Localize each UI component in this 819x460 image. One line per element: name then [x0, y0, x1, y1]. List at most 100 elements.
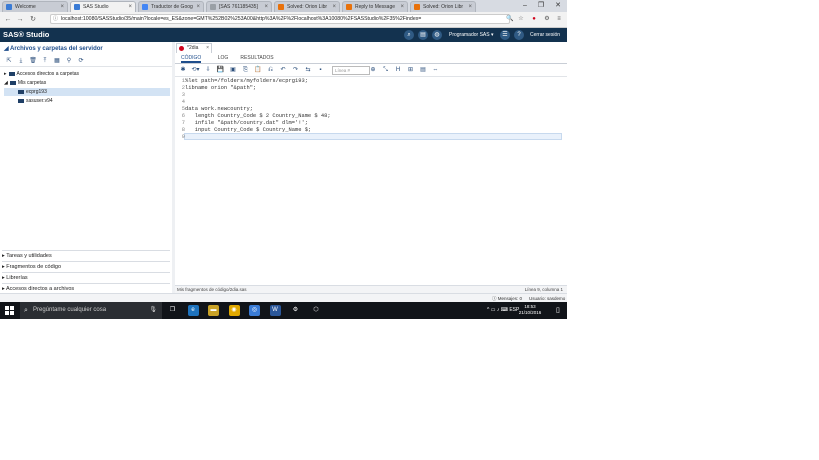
open-icon[interactable]: ⇩ [204, 66, 212, 74]
code-line[interactable]: length Country_Code $ 2 Country_Name $ 4… [185, 113, 331, 120]
line-number: 6 [181, 113, 185, 119]
tab-results[interactable]: RESULTADOS [240, 54, 274, 63]
menu-icon[interactable]: ≡ [555, 15, 563, 23]
maximize-icon[interactable]: ⇔ [432, 66, 440, 74]
code-editor[interactable]: 1 %let path=/folders/myfolders/ecprg193; 2… [175, 77, 567, 285]
browser-tab-label: Welcome [15, 4, 36, 10]
close-tab-icon[interactable]: × [264, 2, 268, 12]
tree-item[interactable]: ecprg193 [4, 88, 170, 96]
new-icon[interactable]: ⇱ [5, 57, 13, 65]
close-tab-icon[interactable]: × [128, 2, 132, 12]
upload-icon[interactable]: ⤒ [41, 57, 49, 65]
redo-alt-icon[interactable]: ↷ [292, 66, 300, 74]
save-as-icon[interactable]: ▣ [229, 66, 237, 74]
heading-icon[interactable]: H [394, 66, 402, 74]
hamburger-icon[interactable]: ☰ [500, 30, 510, 40]
filter-icon[interactable]: ⚲ [65, 57, 73, 65]
accordion-section[interactable]: ▸ Fragmentos de código [2, 261, 170, 272]
expand-icon[interactable]: ⤡ [382, 66, 390, 74]
download-icon[interactable]: ⤓ [17, 57, 25, 65]
zoom-icon[interactable]: 🔍 [506, 15, 514, 23]
logout-button[interactable]: Cerrar sesión [530, 29, 560, 41]
notification-icon[interactable]: ▯ [556, 302, 560, 319]
copy-icon[interactable]: ⎘ [242, 66, 250, 74]
tree-item[interactable]: ▸ Accesos directos a carpetas [4, 70, 170, 78]
tab-log[interactable]: LOG [215, 54, 231, 63]
browser-tab[interactable]: SAS Studio × [70, 1, 136, 12]
browser-tab-label: Solved: Orion Libr [423, 4, 464, 10]
taskbar-clock[interactable]: 18:53 21/10/2016 [513, 304, 547, 316]
app-icon[interactable]: ◎ [249, 305, 260, 316]
chrome-icon[interactable]: ◉ [228, 305, 240, 316]
expander-icon[interactable]: ◢ [4, 80, 8, 86]
edge-icon[interactable]: e [187, 305, 199, 316]
close-tab-icon[interactable]: × [468, 2, 472, 12]
back-icon[interactable]: ← [3, 14, 13, 25]
snippet-icon[interactable]: ▪ [317, 66, 325, 74]
accordion-section[interactable]: ▸ Librerías [2, 272, 170, 283]
bookmark-star-icon[interactable]: ☆ [517, 15, 525, 23]
close-tab-icon[interactable]: × [206, 44, 209, 53]
taskbar-search-box[interactable]: ⌕ Pregúntame cualquier cosa 🎙 [20, 302, 162, 319]
minimize-button[interactable]: – [517, 0, 533, 12]
line-number-input[interactable]: Línea # [332, 66, 370, 75]
browser-tab[interactable]: Solved: Orion Libr × [410, 1, 476, 12]
browser-tab[interactable]: Welcome × [2, 1, 68, 12]
microphone-icon[interactable]: 🎙 [149, 302, 157, 319]
close-tab-icon[interactable]: × [400, 2, 404, 12]
forward-icon[interactable]: → [15, 14, 25, 25]
windows-start-icon[interactable] [5, 306, 14, 315]
code-line[interactable]: %let path=/folders/myfolders/ecprg193; [185, 78, 308, 85]
refresh-icon[interactable]: ⟳ [77, 57, 85, 65]
extension-icon[interactable]: ● [530, 15, 538, 23]
browser-tab[interactable]: Traductor de Goog × [138, 1, 204, 12]
browser-tab[interactable]: Solved: Orion Libr × [274, 1, 340, 12]
reload-icon[interactable]: ↻ [28, 14, 38, 25]
tab-code[interactable]: CÓDIGO [181, 54, 201, 63]
tree-item[interactable]: ◢ Mis carpetas [4, 79, 170, 87]
file-explorer-icon[interactable]: ▬ [208, 305, 219, 316]
history-icon[interactable]: ⟲▾ [192, 66, 200, 74]
folder-icon[interactable]: ▤ [418, 30, 428, 40]
programmer-menu-button[interactable]: Programador SAS ▾ [449, 29, 493, 41]
server-files-header[interactable]: ◢ Archivos y carpetas del servidor [0, 44, 172, 54]
word-icon[interactable]: W [269, 305, 281, 316]
browser-tab[interactable]: [SAS 761185435] × [206, 1, 272, 12]
code-line[interactable]: input Country_Code $ Country_Name $; [185, 127, 311, 134]
expander-icon[interactable]: ▸ [4, 71, 7, 77]
format-icon[interactable]: ⇆ [304, 66, 312, 74]
close-tab-icon[interactable]: × [60, 2, 64, 12]
tree-item[interactable]: sasuser.v94 [4, 97, 170, 105]
info-icon: ⓘ [53, 16, 59, 22]
accordion-section[interactable]: ▸ Tareas y utilidades [2, 250, 170, 261]
visual-studio-icon[interactable]: ⬡ [311, 305, 322, 316]
save-icon[interactable]: 💾 [217, 66, 225, 74]
delete-icon[interactable]: 🗑 [29, 57, 37, 65]
browser-tab[interactable]: Reply to Message × [342, 1, 408, 12]
paste-icon[interactable]: 📋 [254, 66, 262, 74]
folder-icon [18, 89, 24, 94]
settings-icon[interactable]: ⚙ [543, 15, 551, 23]
settings-icon[interactable]: ⚙ [290, 305, 301, 316]
redo-icon[interactable]: ↶ [279, 66, 287, 74]
network-icon[interactable]: ◍ [432, 30, 442, 40]
help-icon[interactable]: ? [514, 30, 524, 40]
view-icon[interactable]: ▤ [419, 66, 427, 74]
undo-icon[interactable]: ⎌ [267, 66, 275, 74]
search-icon[interactable]: ⌕ [404, 30, 414, 40]
layout-icon[interactable]: ⊞ [407, 66, 415, 74]
navigation-panel: ◢ Archivos y carpetas del servidor ⇱ ⤓ 🗑 ⤒ ▦… [0, 42, 173, 293]
goto-line-icon[interactable]: ⊕ [369, 66, 377, 74]
code-line[interactable]: infile "&path/country.dat" dlm='!'; [185, 120, 308, 127]
close-tab-icon[interactable]: × [196, 2, 200, 12]
run-icon[interactable]: ✱ [179, 66, 187, 74]
url-field[interactable]: ⓘ localhost:10080/SASStudio/35/main?loca… [50, 14, 510, 24]
code-line[interactable]: data work.newcountry; [185, 106, 253, 113]
properties-icon[interactable]: ▦ [53, 57, 61, 65]
program-tab[interactable]: *2dia × [176, 43, 212, 53]
close-window-button[interactable]: ✕ [550, 0, 566, 12]
close-tab-icon[interactable]: × [332, 2, 336, 12]
maximize-button[interactable]: ❐ [533, 0, 549, 12]
code-line[interactable]: libname orion "&path"; [185, 85, 256, 92]
task-view-icon[interactable]: ❐ [167, 305, 178, 316]
